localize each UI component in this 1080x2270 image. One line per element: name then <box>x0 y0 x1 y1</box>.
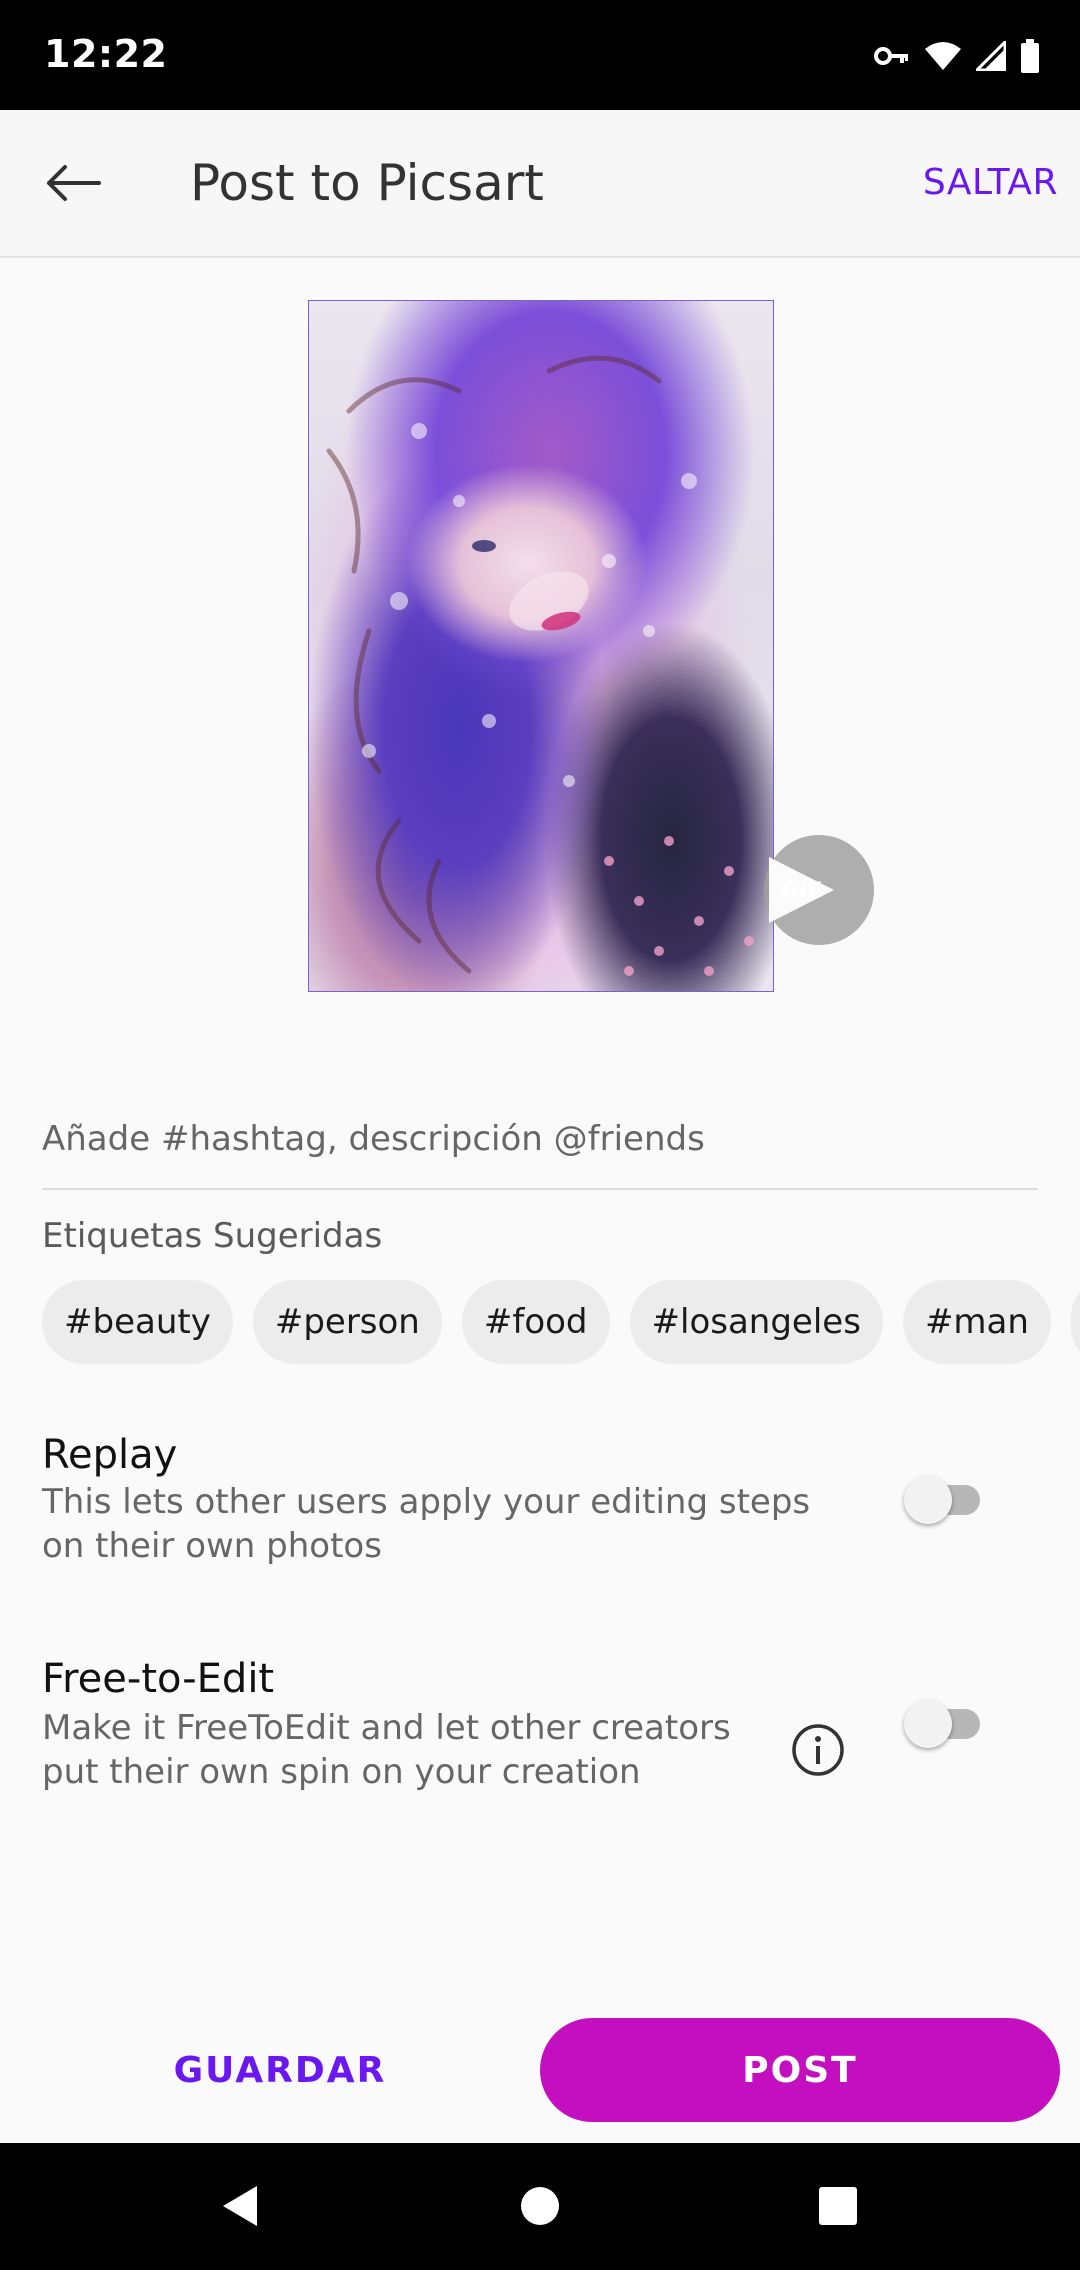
replay-description: This lets other users apply your editing… <box>42 1482 811 1566</box>
artwork-illustration <box>326 355 754 976</box>
page-title: Post to Picsart <box>190 154 544 212</box>
vpn-key-icon <box>874 44 910 68</box>
free-to-edit-description: Make it FreeToEdit and let other creator… <box>42 1708 731 1792</box>
tag-chip-person[interactable]: #person <box>252 1280 442 1364</box>
app-bar: Post to Picsart SALTAR <box>0 110 1080 258</box>
replay-title: Replay <box>42 1432 178 1478</box>
free-to-edit-toggle-thumb <box>904 1700 952 1748</box>
system-nav-bar <box>0 2143 1080 2270</box>
replay-toggle-thumb <box>904 1476 952 1524</box>
status-icons <box>874 36 1040 76</box>
circle-home-icon <box>521 2187 559 2225</box>
free-to-edit-title: Free-to-Edit <box>42 1656 275 1702</box>
post-image-preview[interactable] <box>308 300 774 992</box>
info-icon[interactable] <box>790 1722 846 1778</box>
skip-button[interactable]: SALTAR <box>923 162 1058 203</box>
status-bar: 12:22 <box>0 0 1080 110</box>
save-button[interactable]: GUARDAR <box>130 2032 430 2108</box>
caption-input[interactable] <box>42 1090 1038 1190</box>
tag-chip-beauty[interactable]: #beauty <box>42 1280 233 1364</box>
arrow-left-icon <box>43 163 103 207</box>
free-to-edit-toggle[interactable] <box>904 1692 984 1756</box>
gif-play-button[interactable]: GIF <box>764 835 874 945</box>
tag-chip-partial[interactable]: # <box>1070 1280 1080 1364</box>
nav-home-button[interactable] <box>505 2171 575 2241</box>
suggested-tags-label: Etiquetas Sugeridas <box>42 1216 383 1256</box>
square-recents-icon <box>819 2187 857 2225</box>
triangle-back-icon <box>223 2186 257 2226</box>
status-time: 12:22 <box>44 32 168 76</box>
nav-recents-button[interactable] <box>803 2171 873 2241</box>
replay-toggle[interactable] <box>904 1468 984 1532</box>
tag-chip-losangeles[interactable]: #losangeles <box>629 1280 883 1364</box>
tag-chip-man[interactable]: #man <box>902 1280 1051 1364</box>
wifi-icon <box>924 41 962 71</box>
suggested-tags-list[interactable]: #beauty#person#food#losangeles#man# <box>42 1280 1080 1366</box>
back-button[interactable] <box>36 148 110 222</box>
post-button[interactable]: POST <box>540 2018 1060 2122</box>
nav-back-button[interactable] <box>204 2171 274 2241</box>
tag-chip-food[interactable]: #food <box>461 1280 610 1364</box>
signal-icon <box>976 41 1006 71</box>
gif-label: GIF <box>781 878 824 902</box>
battery-icon <box>1020 39 1040 73</box>
